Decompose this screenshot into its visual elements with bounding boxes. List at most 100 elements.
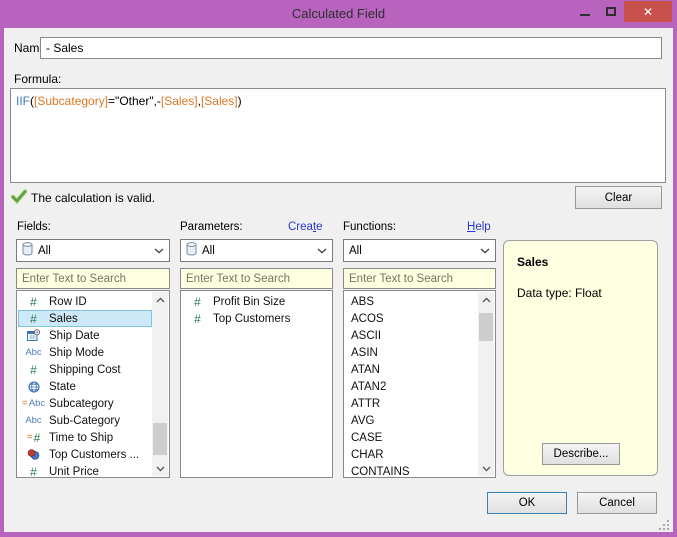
functions-list: ABS ACOS ASCII ASIN ATAN ATAN2 ATTR AVG CASE CHAR… xyxy=(343,290,496,478)
scroll-down-icon[interactable] xyxy=(152,461,168,476)
field-item[interactable]: # Sales xyxy=(18,310,152,327)
function-item[interactable]: AVG xyxy=(345,412,478,429)
date-icon xyxy=(18,329,49,342)
item-label: Time to Ship xyxy=(49,431,114,444)
chevron-down-icon xyxy=(154,247,164,254)
function-item[interactable]: CHAR xyxy=(345,446,478,463)
item-label: Shipping Cost xyxy=(49,363,121,376)
item-label: State xyxy=(49,380,76,393)
field-detail-panel: Sales Data type: Float Describe... xyxy=(503,240,658,476)
parameter-item[interactable]: # Profit Bin Size xyxy=(182,293,331,310)
function-item[interactable]: ASIN xyxy=(345,344,478,361)
abc-icon: Abc xyxy=(25,347,42,358)
globe-icon xyxy=(18,380,49,393)
detail-data-type: Data type: Float xyxy=(517,286,602,300)
valid-check-icon xyxy=(11,189,27,204)
field-item[interactable]: Abc Sub-Category xyxy=(18,412,152,429)
scrollbar-thumb[interactable] xyxy=(479,313,493,341)
calc-abc-icon: = Abc xyxy=(21,398,46,409)
fields-scrollbar[interactable] xyxy=(152,292,168,476)
validation-message: The calculation is valid. xyxy=(31,191,156,205)
item-label: Unit Price xyxy=(49,465,99,477)
describe-button[interactable]: Describe... xyxy=(542,443,620,465)
clear-button[interactable]: Clear xyxy=(575,186,662,209)
scrollbar-thumb[interactable] xyxy=(153,423,167,455)
field-item[interactable]: # Unit Price xyxy=(18,463,152,477)
parameters-filter-dropdown[interactable]: All xyxy=(180,239,333,262)
function-item[interactable]: ATAN xyxy=(345,361,478,378)
function-item[interactable]: ABS xyxy=(345,293,478,310)
number-icon: # xyxy=(30,294,37,309)
minimize-button[interactable] xyxy=(572,1,598,22)
fields-search-input[interactable] xyxy=(16,268,170,289)
help-link[interactable]: Help xyxy=(467,221,491,233)
item-label: Ship Date xyxy=(49,329,100,342)
item-label: Subcategory xyxy=(49,397,114,410)
item-label: Ship Mode xyxy=(49,346,104,359)
function-item[interactable]: ATAN2 xyxy=(345,378,478,395)
field-item[interactable]: # Shipping Cost xyxy=(18,361,152,378)
close-button[interactable]: ✕ xyxy=(624,1,672,22)
item-label: Sales xyxy=(49,312,78,325)
window-controls: ✕ xyxy=(572,1,672,22)
chevron-down-icon xyxy=(317,247,327,254)
maximize-icon xyxy=(606,7,616,16)
field-item[interactable]: Top Customers ... xyxy=(18,446,152,463)
fields-label: Fields: xyxy=(17,221,51,233)
abc-icon: Abc xyxy=(25,415,42,426)
item-label: Row ID xyxy=(49,295,87,308)
formula-editor[interactable]: IIF([Subcategory]="Other",-[Sales],[Sale… xyxy=(10,88,666,183)
field-item[interactable]: # Row ID xyxy=(18,293,152,310)
functions-scrollbar[interactable] xyxy=(478,292,494,476)
scroll-down-icon[interactable] xyxy=(478,461,494,476)
cancel-button[interactable]: Cancel xyxy=(577,492,657,514)
ok-button[interactable]: OK xyxy=(487,492,567,514)
calculated-field-dialog: Calculated Field ✕ Name: Formula: IIF([S… xyxy=(0,0,677,537)
name-input[interactable] xyxy=(40,37,662,59)
parameters-list: # Profit Bin Size # Top Customers xyxy=(180,290,333,478)
titlebar[interactable]: Calculated Field ✕ xyxy=(0,0,677,28)
dialog-body: Name: Formula: IIF([Subcategory]="Other"… xyxy=(4,28,673,532)
fields-filter-dropdown[interactable]: All xyxy=(16,239,170,262)
number-icon: # xyxy=(30,464,37,477)
field-item[interactable]: Ship Date xyxy=(18,327,152,344)
scroll-up-icon[interactable] xyxy=(152,292,168,307)
functions-filter-value: All xyxy=(349,244,362,257)
datasource-icon xyxy=(22,242,33,259)
calc-number-icon: = # xyxy=(26,430,41,445)
function-item[interactable]: CASE xyxy=(345,429,478,446)
parameters-filter-value: All xyxy=(202,244,215,257)
field-item[interactable]: State xyxy=(18,378,152,395)
field-item[interactable]: Abc Ship Mode xyxy=(18,344,152,361)
field-item[interactable]: = # Time to Ship xyxy=(18,429,152,446)
detail-field-name: Sales xyxy=(517,255,549,269)
fields-list: # Row ID # Sales Ship Date Abc Ship Mode # Shipp… xyxy=(16,290,170,478)
sets-icon xyxy=(18,449,49,460)
functions-filter-dropdown[interactable]: All xyxy=(343,239,496,262)
number-icon: # xyxy=(30,311,37,326)
formula-label: Formula: xyxy=(14,72,62,86)
parameters-label: Parameters: xyxy=(180,221,243,233)
number-icon: # xyxy=(194,294,201,309)
number-icon: # xyxy=(194,311,201,326)
maximize-button[interactable] xyxy=(598,1,624,22)
minimize-icon xyxy=(580,13,590,16)
item-label: Sub-Category xyxy=(49,414,120,427)
create-parameter-link[interactable]: Create xyxy=(288,221,323,233)
scroll-up-icon[interactable] xyxy=(478,292,494,307)
fields-filter-value: All xyxy=(38,244,51,257)
number-icon: # xyxy=(30,362,37,377)
function-item[interactable]: ATTR xyxy=(345,395,478,412)
item-label: Top Customers xyxy=(213,312,291,325)
parameter-item[interactable]: # Top Customers xyxy=(182,310,331,327)
function-item[interactable]: ASCII xyxy=(345,327,478,344)
field-item[interactable]: = Abc Subcategory xyxy=(18,395,152,412)
item-label: Top Customers ... xyxy=(49,448,140,461)
item-label: Profit Bin Size xyxy=(213,295,286,308)
resize-grip-icon[interactable] xyxy=(659,518,670,530)
functions-label: Functions: xyxy=(343,221,397,233)
parameters-search-input[interactable] xyxy=(180,268,333,289)
functions-search-input[interactable] xyxy=(343,268,496,289)
function-item[interactable]: CONTAINS xyxy=(345,463,478,477)
function-item[interactable]: ACOS xyxy=(345,310,478,327)
